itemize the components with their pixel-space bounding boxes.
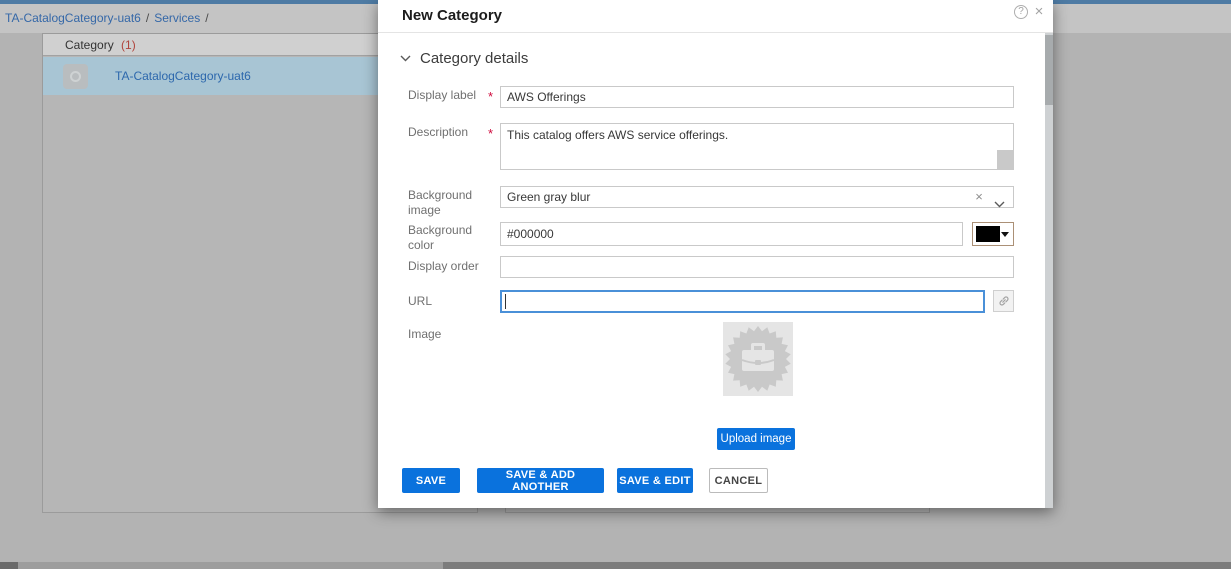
badge-briefcase-icon <box>725 326 791 392</box>
url-input[interactable] <box>500 290 985 313</box>
section-label: Category details <box>420 50 529 67</box>
required-marker: * <box>488 126 494 141</box>
breadcrumb: TA-CatalogCategory-uat6 / Services / <box>5 11 214 25</box>
page-horizontal-scrollbar[interactable] <box>0 562 1231 569</box>
breadcrumb-link-catalog-category[interactable]: TA-CatalogCategory-uat6 <box>5 11 141 25</box>
color-swatch-picker[interactable] <box>972 222 1014 246</box>
category-details-section-toggle[interactable]: Category details <box>400 50 528 67</box>
save-button[interactable]: SAVE <box>402 468 460 493</box>
cancel-button[interactable]: CANCEL <box>709 468 768 493</box>
description-label: Description <box>408 125 469 139</box>
background-image-select[interactable]: Green gray blur × <box>500 186 1014 208</box>
category-count-badge: (1) <box>121 38 136 52</box>
clear-selection-icon[interactable]: × <box>972 187 986 207</box>
screen: TA-CatalogCategory-uat6 / Services / Catego… <box>0 0 1231 569</box>
breadcrumb-separator: / <box>205 11 209 25</box>
link-icon <box>998 296 1009 306</box>
resize-grip-icon[interactable] <box>997 150 1013 169</box>
display-order-label: Display order <box>408 259 479 273</box>
color-swatch <box>976 226 1000 242</box>
dialog-header: New Category ? × <box>378 0 1053 33</box>
dialog-title: New Category <box>402 7 503 24</box>
scrollbar-left-cap <box>0 562 18 569</box>
new-category-dialog: New Category ? × Category details Displa… <box>378 0 1053 508</box>
close-icon[interactable]: × <box>1031 3 1047 20</box>
dialog-vertical-scrollbar[interactable] <box>1045 33 1053 508</box>
background-image-label: Background image <box>408 188 473 217</box>
chevron-down-icon[interactable] <box>994 194 1005 214</box>
display-order-input[interactable] <box>500 256 1014 278</box>
display-label-input[interactable] <box>500 86 1014 108</box>
display-label-label: Display label <box>408 88 477 102</box>
chevron-down-icon <box>400 55 411 62</box>
category-row-label: TA-CatalogCategory-uat6 <box>115 69 251 83</box>
background-color-input[interactable] <box>500 222 963 246</box>
breadcrumb-separator: / <box>145 11 150 25</box>
vertical-scrollbar-thumb[interactable] <box>1045 35 1053 105</box>
category-panel-title: Category <box>65 38 114 52</box>
dropdown-arrow-icon <box>1001 232 1009 237</box>
horizontal-scrollbar-thumb[interactable] <box>443 562 1231 569</box>
breadcrumb-link-services[interactable]: Services <box>154 11 200 25</box>
category-image-icon <box>63 63 88 89</box>
help-icon[interactable]: ? <box>1014 5 1028 19</box>
upload-image-button[interactable]: Upload image <box>717 428 795 450</box>
required-marker: * <box>488 89 494 104</box>
url-label: URL <box>408 294 433 308</box>
text-cursor <box>505 294 506 309</box>
save-and-add-another-button[interactable]: SAVE & ADD ANOTHER <box>477 468 604 493</box>
save-and-edit-button[interactable]: SAVE & EDIT <box>617 468 693 493</box>
background-image-value: Green gray blur <box>507 190 591 204</box>
image-placeholder <box>723 322 793 396</box>
background-color-label: Background color <box>408 223 473 252</box>
description-textarea[interactable]: This catalog offers AWS service offering… <box>500 123 1014 170</box>
link-button[interactable] <box>993 290 1014 312</box>
image-label: Image <box>408 327 442 341</box>
